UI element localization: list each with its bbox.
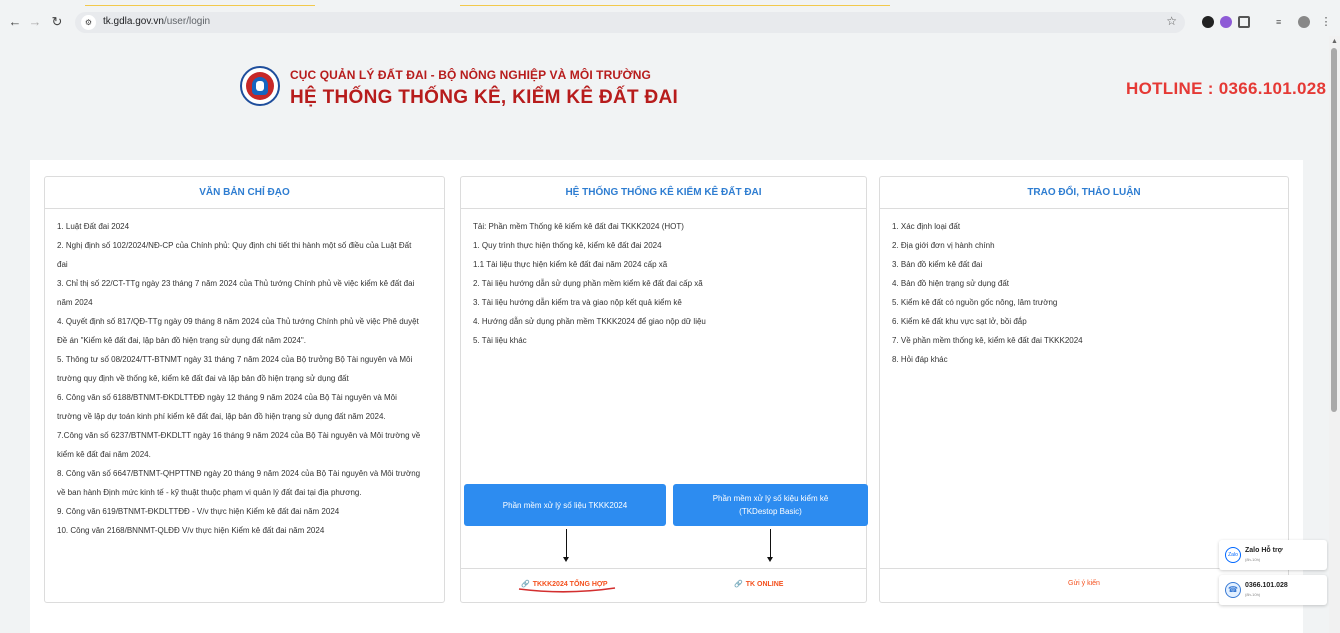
- red-underline-annotation: [518, 587, 616, 593]
- list-item[interactable]: 2. Nghị định số 102/2024/NĐ-CP của Chính…: [57, 236, 432, 255]
- browser-toolbar: ← → ↻ ⚙ tk.gdla.gov.vn/user/login ☆ ≡ ⋮: [0, 9, 1340, 36]
- browser-tab-strip: [0, 0, 1340, 9]
- address-bar[interactable]: ⚙ tk.gdla.gov.vn/user/login ☆: [75, 12, 1185, 33]
- list-item[interactable]: 3. Bản đồ kiểm kê đất đai: [892, 255, 1276, 274]
- list-item[interactable]: 1. Xác định loại đất: [892, 217, 1276, 236]
- list-item[interactable]: 7. Về phần mềm thống kê, kiểm kê đất đai…: [892, 331, 1276, 350]
- reload-icon[interactable]: ↻: [48, 13, 66, 31]
- list-item[interactable]: 5. Tài liệu khác: [473, 331, 854, 350]
- tkdesktop-software-button[interactable]: Phần mềm xử lý số kiệu kiểm kê (TKDestop …: [673, 484, 868, 526]
- list-item[interactable]: 4. Hướng dẫn sử dụng phần mềm TKKK2024 đ…: [473, 312, 854, 331]
- list-item[interactable]: 3. Tài liệu hướng dẫn kiểm tra và giao n…: [473, 293, 854, 312]
- media-icon[interactable]: ≡: [1276, 16, 1288, 28]
- profile-avatar[interactable]: [1298, 16, 1310, 28]
- list-item[interactable]: 1. Quy trình thực hiện thống kê, kiểm kê…: [473, 236, 854, 255]
- send-feedback-link[interactable]: Gửi ý kiến: [1068, 580, 1100, 587]
- url-text[interactable]: tk.gdla.gov.vn/user/login: [103, 16, 210, 27]
- panel-title: HỆ THỐNG THỐNG KÊ KIỂM KÊ ĐẤT ĐAI: [461, 177, 866, 209]
- list-item[interactable]: 1. Luật Đất đai 2024: [57, 217, 432, 236]
- system-panel: HỆ THỐNG THỐNG KÊ KIỂM KÊ ĐẤT ĐAI Tải: P…: [460, 176, 868, 603]
- directives-panel: VĂN BẢN CHỈ ĐẠO 1. Luật Đất đai 2024 2. N…: [44, 176, 445, 603]
- list-item[interactable]: đai: [57, 255, 432, 274]
- list-item[interactable]: trường về lập dự toán kinh phí kiểm kê đ…: [57, 407, 432, 426]
- zalo-icon: Zalo: [1225, 547, 1241, 563]
- list-item[interactable]: Đề án "Kiểm kê đất đai, lập bản đồ hiện …: [57, 331, 432, 350]
- list-item[interactable]: 7.Công văn số 6237/BTNMT-ĐKDLTT ngày 16 …: [57, 426, 432, 445]
- tab-indicator: [460, 5, 890, 6]
- extensions-puzzle-icon[interactable]: [1238, 16, 1250, 28]
- list-item[interactable]: 9. Công văn 619/BTNMT-ĐKDLTTĐĐ - V/v thự…: [57, 502, 432, 521]
- zalo-support-widget[interactable]: Zalo Zalo Hỗ trợ (8h-10h): [1219, 540, 1327, 570]
- scroll-up-icon[interactable]: ▲: [1331, 38, 1338, 45]
- list-item[interactable]: 5. Thông tư số 08/2024/TT-BTNMT ngày 31 …: [57, 350, 432, 369]
- back-icon[interactable]: ←: [6, 13, 24, 31]
- list-item[interactable]: 4. Bản đồ hiện trạng sử dụng đất: [892, 274, 1276, 293]
- directives-list: 1. Luật Đất đai 2024 2. Nghị định số 102/…: [45, 209, 444, 540]
- list-item[interactable]: 2. Tài liệu hướng dẫn sử dụng phần mềm k…: [473, 274, 854, 293]
- scrollbar-thumb[interactable]: [1331, 48, 1337, 412]
- tkkk2024-software-button[interactable]: Phần mềm xử lý số liệu TKKK2024: [464, 484, 666, 526]
- list-item[interactable]: 2. Địa giới đơn vị hành chính: [892, 236, 1276, 255]
- ministry-logo: [240, 66, 280, 106]
- arrow-line: [770, 529, 771, 558]
- list-item[interactable]: 3. Chỉ thị số 22/CT-TTg ngày 23 tháng 7 …: [57, 274, 432, 293]
- list-item[interactable]: 1.1 Tài liệu thực hiện kiểm kê đất đai n…: [473, 255, 854, 274]
- list-item[interactable]: 6. Công văn số 6188/BTNMT-ĐKDLTTĐĐ ngày …: [57, 388, 432, 407]
- main-container: VĂN BẢN CHỈ ĐẠO 1. Luật Đất đai 2024 2. N…: [30, 160, 1303, 633]
- org-name: CỤC QUẢN LÝ ĐẤT ĐAI - BỘ NÔNG NGHIỆP VÀ …: [290, 68, 651, 82]
- link-icon: 🔗: [734, 581, 743, 588]
- page-scrollbar[interactable]: ▲: [1329, 36, 1340, 633]
- list-item[interactable]: 6. Kiểm kê đất khu vực sạt lở, bồi đắp: [892, 312, 1276, 331]
- page-viewport: CỤC QUẢN LÝ ĐẤT ĐAI - BỘ NÔNG NGHIỆP VÀ …: [0, 36, 1329, 633]
- tk-online-link[interactable]: 🔗 TK ONLINE: [734, 580, 783, 588]
- list-item[interactable]: trường quy định về thống kê, kiểm kê đất…: [57, 369, 432, 388]
- phone-hours: (8h-10h): [1245, 592, 1261, 597]
- panel-footer: 🔗 TKKK2024 TỔNG HỢP 🔗 TK ONLINE: [461, 568, 866, 602]
- list-item[interactable]: 4. Quyết định số 817/QĐ-TTg ngày 09 thán…: [57, 312, 432, 331]
- list-item[interactable]: 8. Công văn số 6647/BTNMT-QHPTTNĐ ngày 2…: [57, 464, 432, 483]
- phone-support-widget[interactable]: ☎ 0366.101.028 (8h-10h): [1219, 575, 1327, 605]
- arrow-head: [563, 557, 569, 562]
- phone-label: 0366.101.028: [1245, 582, 1288, 589]
- arrow-line: [566, 529, 567, 558]
- list-item[interactable]: 10. Công văn 2168/BNNMT-QLĐĐ V/v thực hi…: [57, 521, 432, 540]
- extension-icon[interactable]: [1202, 16, 1214, 28]
- browser-menu-icon[interactable]: ⋮: [1320, 16, 1332, 28]
- panel-title: TRAO ĐỔI, THẢO LUẬN: [880, 177, 1288, 209]
- system-list: Tải: Phần mềm Thống kê kiểm kê đất đai T…: [461, 209, 866, 350]
- panel-title: VĂN BẢN CHỈ ĐẠO: [45, 177, 444, 209]
- system-title: HỆ THỐNG THỐNG KÊ, KIỂM KÊ ĐẤT ĐAI: [290, 87, 679, 108]
- zalo-label: Zalo Hỗ trợ: [1245, 547, 1283, 554]
- discussion-panel: TRAO ĐỔI, THẢO LUẬN 1. Xác định loại đất…: [879, 176, 1289, 603]
- list-item[interactable]: năm 2024: [57, 293, 432, 312]
- site-header: CỤC QUẢN LÝ ĐẤT ĐAI - BỘ NÔNG NGHIỆP VÀ …: [0, 36, 1329, 156]
- arrow-head: [767, 557, 773, 562]
- forward-icon[interactable]: →: [26, 13, 44, 31]
- extension-icon[interactable]: [1220, 16, 1232, 28]
- site-settings-icon[interactable]: ⚙: [81, 15, 96, 30]
- list-item[interactable]: Tải: Phần mềm Thống kê kiểm kê đất đai T…: [473, 217, 854, 236]
- bookmark-star-icon[interactable]: ☆: [1166, 14, 1177, 28]
- phone-icon: ☎: [1225, 582, 1241, 598]
- list-item[interactable]: về ban hành Định mức kinh tế - kỹ thuật …: [57, 483, 432, 502]
- list-item[interactable]: 5. Kiểm kê đất có nguồn gốc nông, lâm tr…: [892, 293, 1276, 312]
- list-item[interactable]: kiểm kê đất đai năm 2024.: [57, 445, 432, 464]
- hotline: HOTLINE : 0366.101.028: [1126, 79, 1327, 98]
- zalo-hours: (8h-10h): [1245, 557, 1261, 562]
- tab-indicator: [85, 5, 315, 6]
- discussion-list: 1. Xác định loại đất 2. Địa giới đơn vị h…: [880, 209, 1288, 369]
- list-item[interactable]: 8. Hỏi đáp khác: [892, 350, 1276, 369]
